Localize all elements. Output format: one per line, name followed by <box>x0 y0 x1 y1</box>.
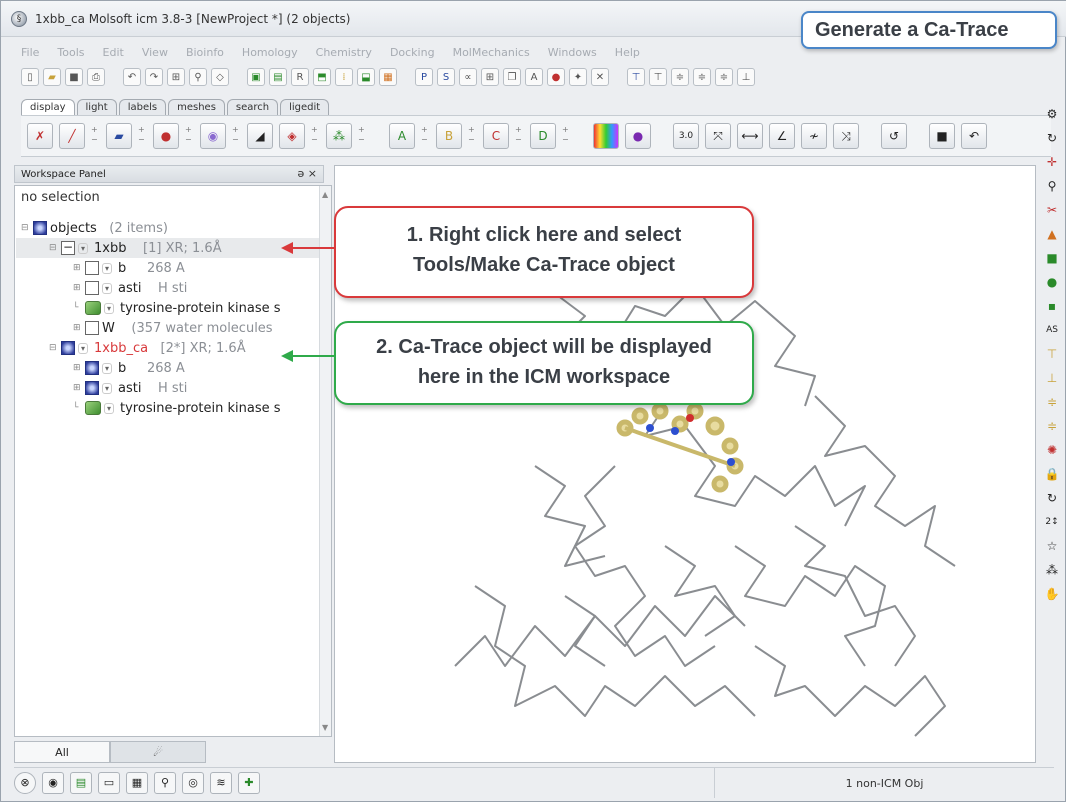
callout-arrows <box>281 242 334 362</box>
red-arrow-head <box>281 242 293 254</box>
green-arrow-head <box>281 350 293 362</box>
app-window: § 1xbb_ca Molsoft icm 3.8-3 [NewProject … <box>0 0 1066 802</box>
